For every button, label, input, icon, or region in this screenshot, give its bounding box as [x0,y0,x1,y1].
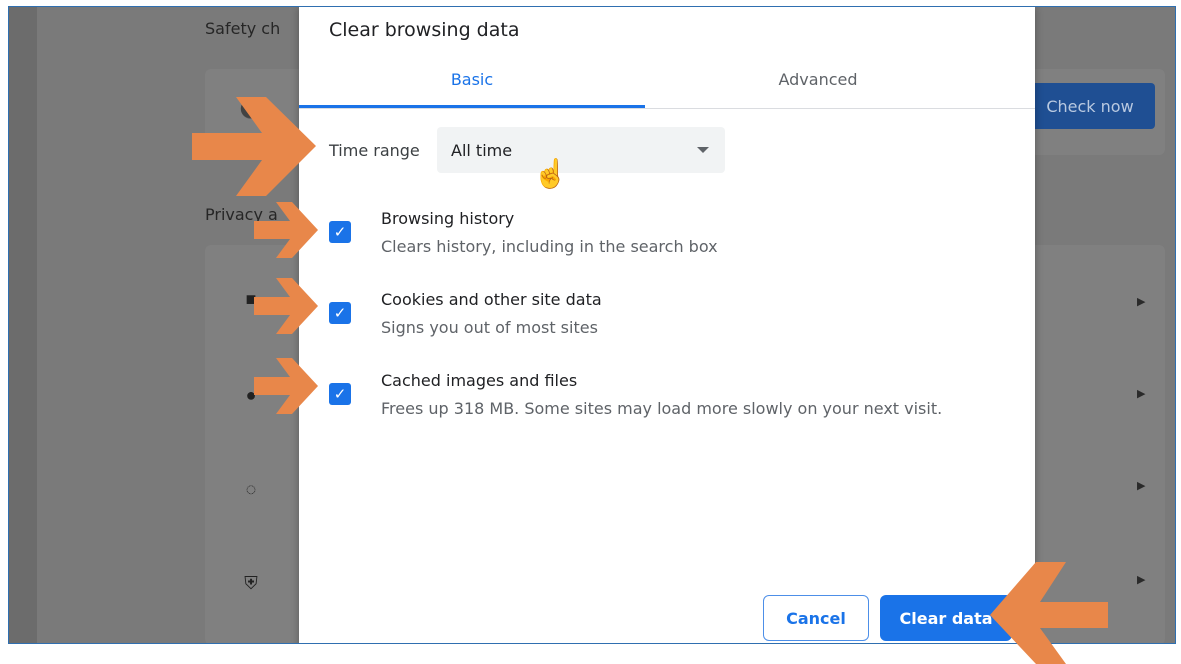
annotation-arrow-right-icon [254,358,318,414]
annotation-layer [192,97,1108,664]
annotation-arrow-left-icon [990,562,1108,664]
annotation-arrow-right-icon [254,202,318,258]
annotation-arrow-right-icon [254,278,318,334]
annotation-arrow-right-icon [192,97,316,196]
